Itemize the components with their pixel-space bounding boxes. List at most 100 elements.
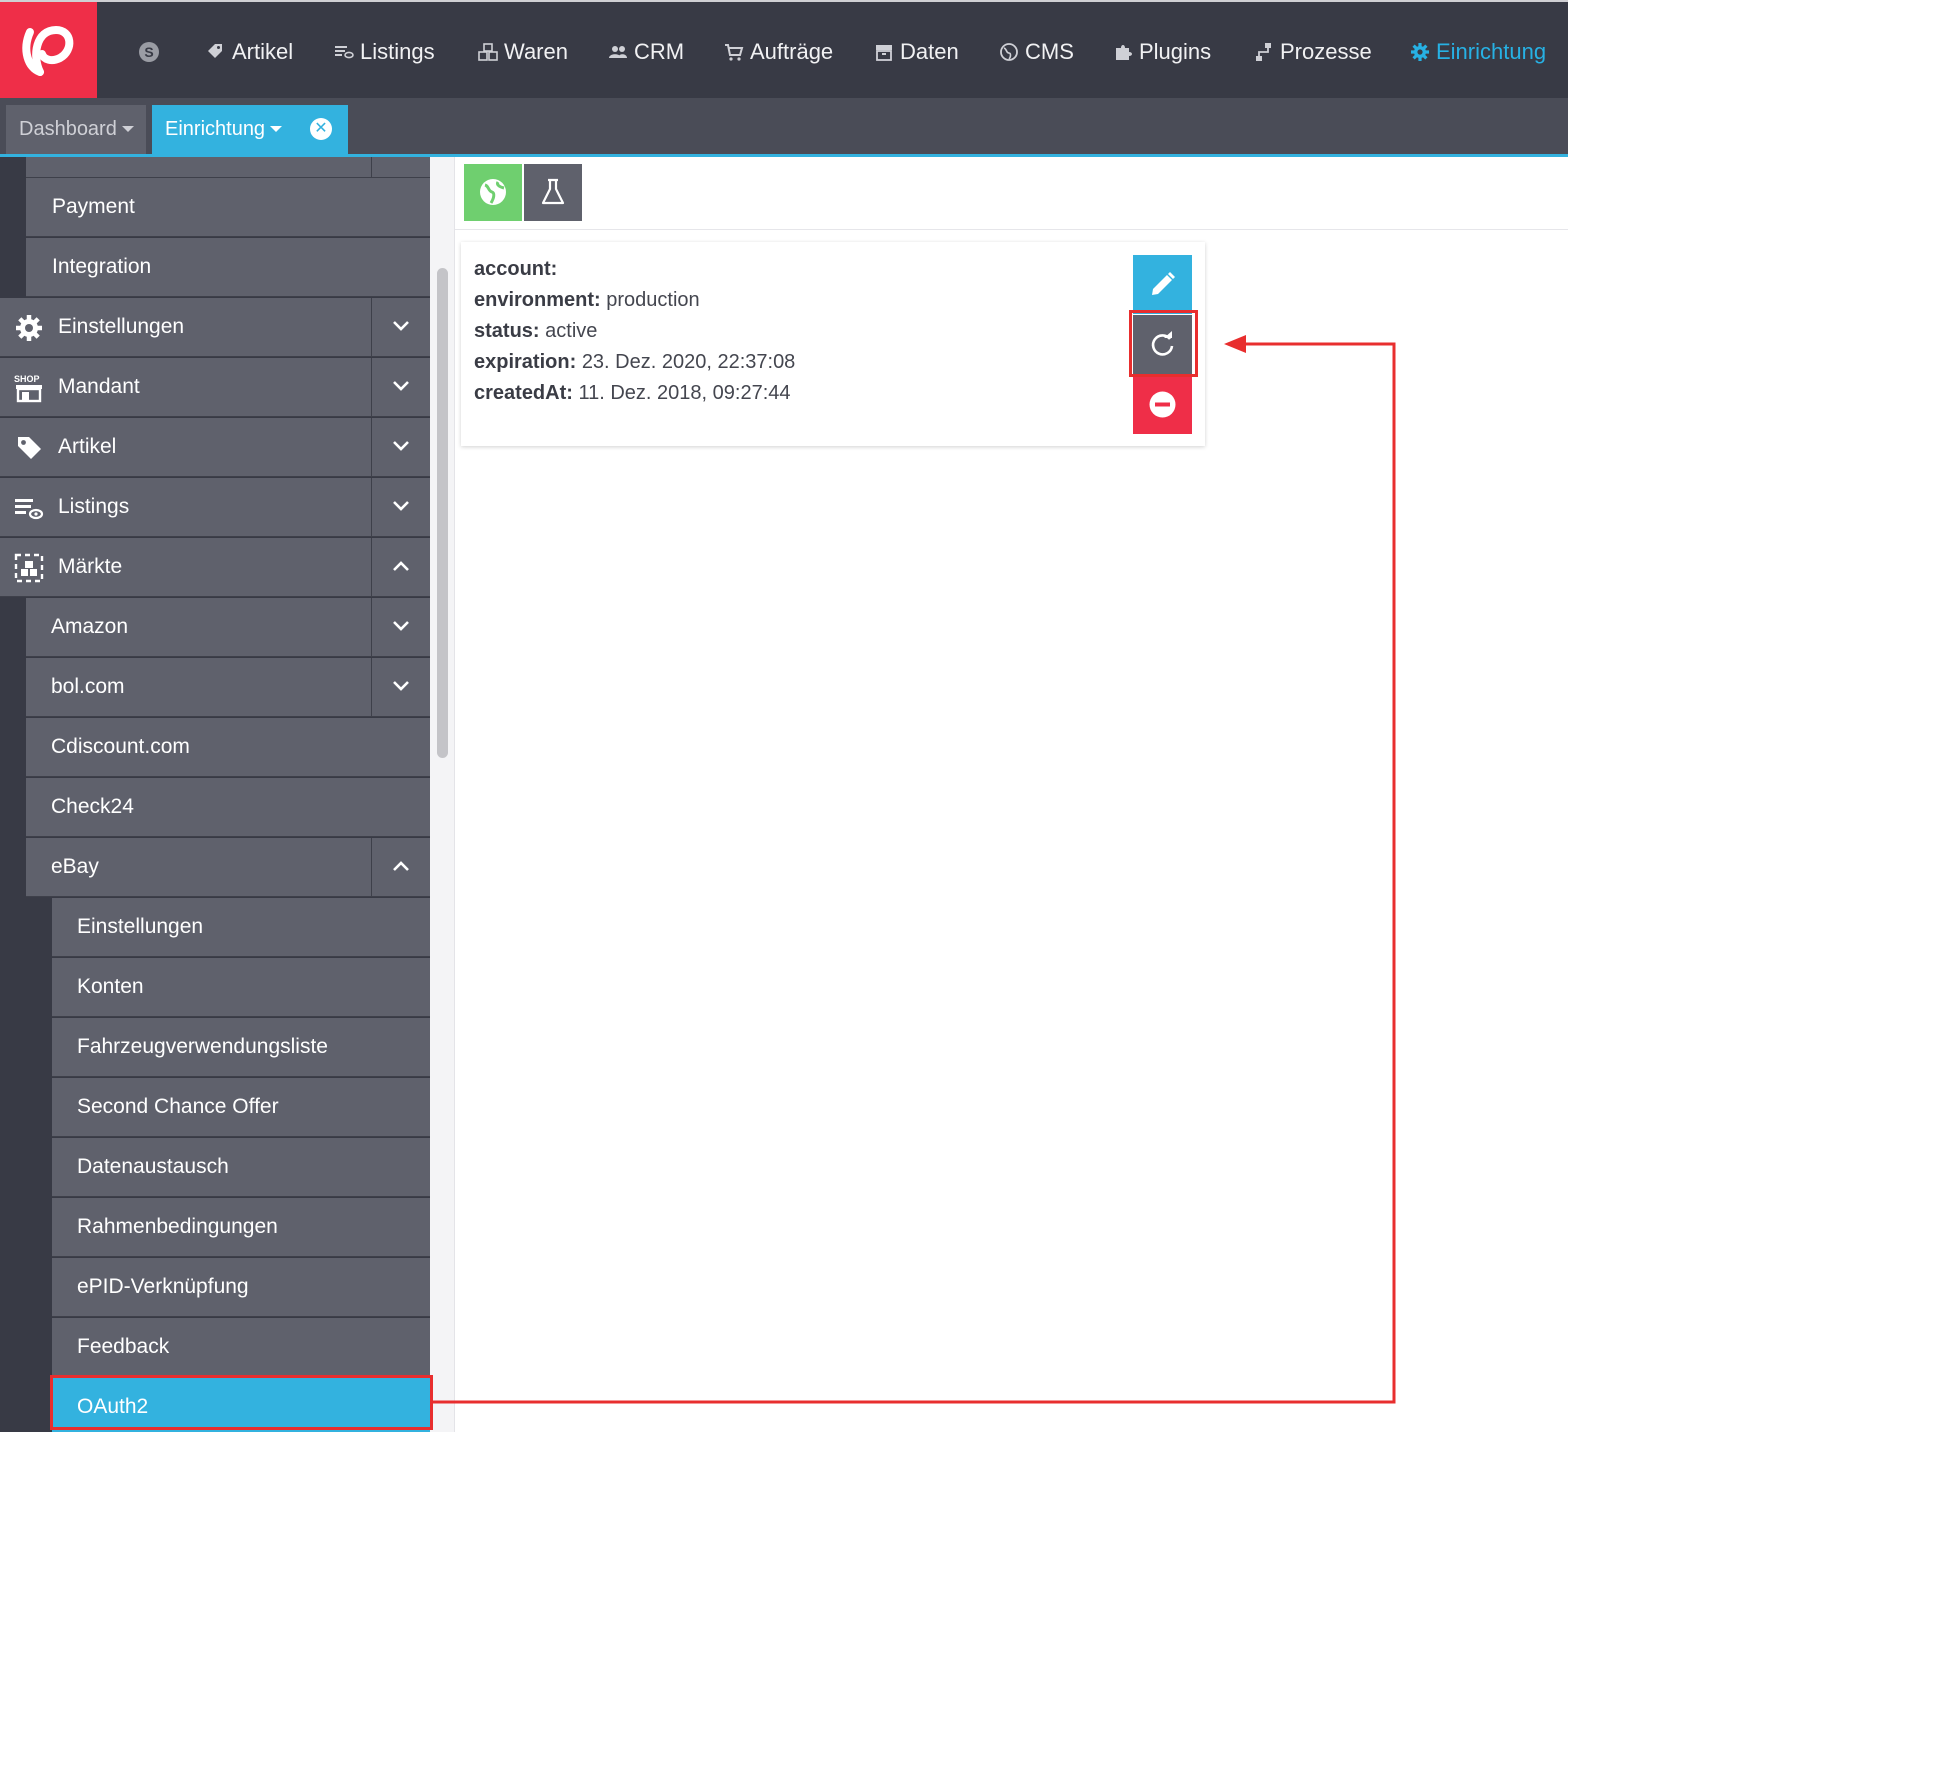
s-badge-icon[interactable]: S [139, 42, 159, 62]
sidebar-navigation: Payment Integration Einstellungen SHOP M… [0, 157, 430, 1432]
collapse-toggle[interactable] [371, 838, 430, 896]
sidebar-item-integration[interactable]: Integration [26, 238, 430, 297]
svg-text:SHOP: SHOP [14, 374, 40, 384]
sidebar-item-listings[interactable]: Listings [0, 478, 430, 537]
nav-einrichtung[interactable]: Einrichtung [1410, 36, 1546, 68]
status-field: status: active [474, 320, 598, 342]
created-at-field: createdAt: 11. Dez. 2018, 09:27:44 [474, 382, 791, 404]
sidebar-item-artikel[interactable]: Artikel [0, 418, 430, 477]
close-tab-icon[interactable]: ✕ [310, 118, 332, 140]
sidebar-item-label: Mandant [58, 375, 140, 398]
globe-icon [1000, 43, 1018, 61]
sidebar-item-label: bol.com [51, 675, 125, 698]
chevron-down-icon [393, 381, 409, 391]
sidebar-item-label: Datenaustausch [77, 1155, 229, 1178]
refresh-highlight-box [1129, 310, 1198, 377]
boxes-icon [478, 43, 498, 61]
sidebar-item-einstellungen[interactable]: Einstellungen [0, 298, 430, 357]
sidebar-item-ebay-konten[interactable]: Konten [52, 958, 430, 1017]
sidebar-item-cdiscount[interactable]: Cdiscount.com [26, 718, 430, 777]
sidebar-scrollbar-thumb[interactable] [437, 268, 448, 758]
globe-icon [480, 179, 506, 205]
sidebar-item-check24[interactable]: Check24 [26, 778, 430, 837]
plentymarkets-logo[interactable] [0, 2, 97, 100]
chevron-up-icon [393, 861, 409, 871]
sidebar-item-partial[interactable] [26, 157, 430, 178]
chevron-up-icon [393, 561, 409, 571]
tab-einrichtung[interactable]: Einrichtung ✕ [152, 105, 348, 154]
sidebar-item-label: Second Chance Offer [77, 1095, 279, 1118]
sandbox-environment-button[interactable] [524, 164, 582, 221]
sidebar-item-label: Cdiscount.com [51, 735, 190, 758]
caret-down-icon [270, 126, 283, 132]
sidebar-item-label: Feedback [77, 1335, 170, 1358]
sidebar-item-ebay[interactable]: eBay [26, 838, 430, 897]
cart-icon [725, 44, 744, 61]
caret-down-icon [121, 126, 134, 132]
expand-toggle[interactable] [371, 598, 430, 656]
production-environment-button[interactable] [464, 164, 522, 221]
chevron-down-icon [393, 441, 409, 451]
archive-icon [876, 45, 892, 61]
sidebar-item-ebay-epid[interactable]: ePID-Verknüpfung [52, 1258, 430, 1317]
nav-plugins[interactable]: Plugins [1113, 36, 1211, 68]
sidebar-item-label: Listings [58, 495, 130, 518]
top-navigation-bar: S Artikel Listings Waren CRM Aufträge Da… [0, 0, 1568, 100]
sidebar-item-label: Payment [52, 195, 135, 218]
sidebar-item-ebay-second-chance-offer[interactable]: Second Chance Offer [52, 1078, 430, 1137]
nav-waren[interactable]: Waren [478, 36, 568, 68]
sidebar-item-ebay-feedback[interactable]: Feedback [52, 1318, 430, 1377]
sidebar-item-label: Märkte [58, 555, 123, 578]
puzzle-icon [1116, 45, 1132, 60]
tab-dashboard[interactable]: Dashboard [6, 105, 146, 154]
nav-crm[interactable]: CRM [608, 36, 684, 68]
expiration-field: expiration: 23. Dez. 2020, 22:37:08 [474, 351, 796, 373]
oauth2-highlight-box [50, 1375, 433, 1430]
nav-prozesse[interactable]: Prozesse [1254, 36, 1372, 68]
sidebar-item-ebay-rahmenbedingungen[interactable]: Rahmenbedingungen [52, 1198, 430, 1257]
sidebar-item-maerkte[interactable]: Märkte [0, 538, 430, 597]
minus-circle-icon [1149, 391, 1176, 418]
collapse-toggle[interactable] [371, 538, 430, 596]
expand-toggle[interactable] [371, 298, 430, 356]
expand-toggle[interactable] [371, 358, 430, 416]
chevron-down-icon [393, 501, 409, 511]
sidebar-item-payment[interactable]: Payment [26, 178, 430, 237]
expand-toggle[interactable] [371, 418, 430, 476]
gear-icon [16, 315, 42, 341]
sidebar-item-ebay-einstellungen[interactable]: Einstellungen [52, 898, 430, 957]
gear-icon [1411, 43, 1429, 61]
oauth-token-card: account: environment: production status:… [461, 242, 1205, 446]
people-icon [609, 46, 627, 58]
sidebar-item-bol[interactable]: bol.com [26, 658, 430, 717]
chevron-area [371, 157, 430, 177]
nav-auftraege[interactable]: Aufträge [724, 36, 833, 68]
nav-artikel[interactable]: Artikel [206, 36, 293, 68]
sidebar-item-label: Rahmenbedingungen [77, 1215, 278, 1238]
chevron-down-icon [393, 321, 409, 331]
sidebar-item-label: ePID-Verknüpfung [77, 1275, 249, 1298]
pencil-icon [1152, 272, 1175, 295]
sidebar-item-label: Amazon [51, 615, 129, 638]
sidebar-item-ebay-datenaustausch[interactable]: Datenaustausch [52, 1138, 430, 1197]
chevron-down-icon [393, 681, 409, 691]
sidebar-item-amazon[interactable]: Amazon [26, 598, 430, 657]
nav-daten[interactable]: Daten [874, 36, 959, 68]
sidebar-item-label: Check24 [51, 795, 134, 818]
environment-field: environment: production [474, 289, 700, 311]
shop-icon: SHOP [14, 374, 42, 403]
listings-icon [15, 499, 44, 520]
nav-cms[interactable]: CMS [999, 36, 1074, 68]
sidebar-item-mandant[interactable]: SHOP Mandant [0, 358, 430, 417]
content-toolbar [455, 157, 1568, 230]
sidebar-item-label: Einstellungen [58, 315, 185, 338]
sidebar-item-ebay-fahrzeugverwendungsliste[interactable]: Fahrzeugverwendungsliste [52, 1018, 430, 1077]
edit-button[interactable] [1133, 255, 1192, 314]
chevron-down-icon [393, 621, 409, 631]
expand-toggle[interactable] [371, 658, 430, 716]
logo-p-icon [22, 25, 74, 76]
nav-listings[interactable]: Listings [334, 36, 435, 68]
sidebar-item-label: eBay [51, 855, 99, 878]
delete-button[interactable] [1133, 375, 1192, 434]
expand-toggle[interactable] [371, 478, 430, 536]
